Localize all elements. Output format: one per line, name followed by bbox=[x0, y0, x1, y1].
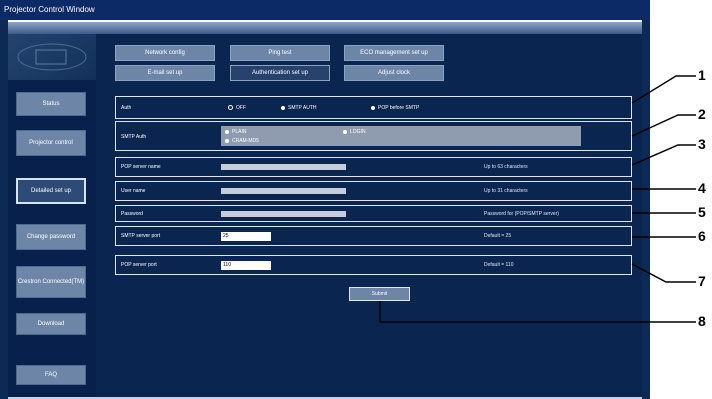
callout-7: 7 bbox=[698, 273, 706, 289]
callout-5: 5 bbox=[698, 204, 706, 220]
callout-1: 1 bbox=[698, 67, 706, 83]
callout-8: 8 bbox=[698, 313, 706, 329]
callout-4: 4 bbox=[698, 180, 706, 196]
callout-6: 6 bbox=[698, 228, 706, 244]
callout-2: 2 bbox=[698, 106, 706, 122]
callout-3: 3 bbox=[698, 136, 706, 152]
callout-leader-lines bbox=[379, 75, 696, 323]
